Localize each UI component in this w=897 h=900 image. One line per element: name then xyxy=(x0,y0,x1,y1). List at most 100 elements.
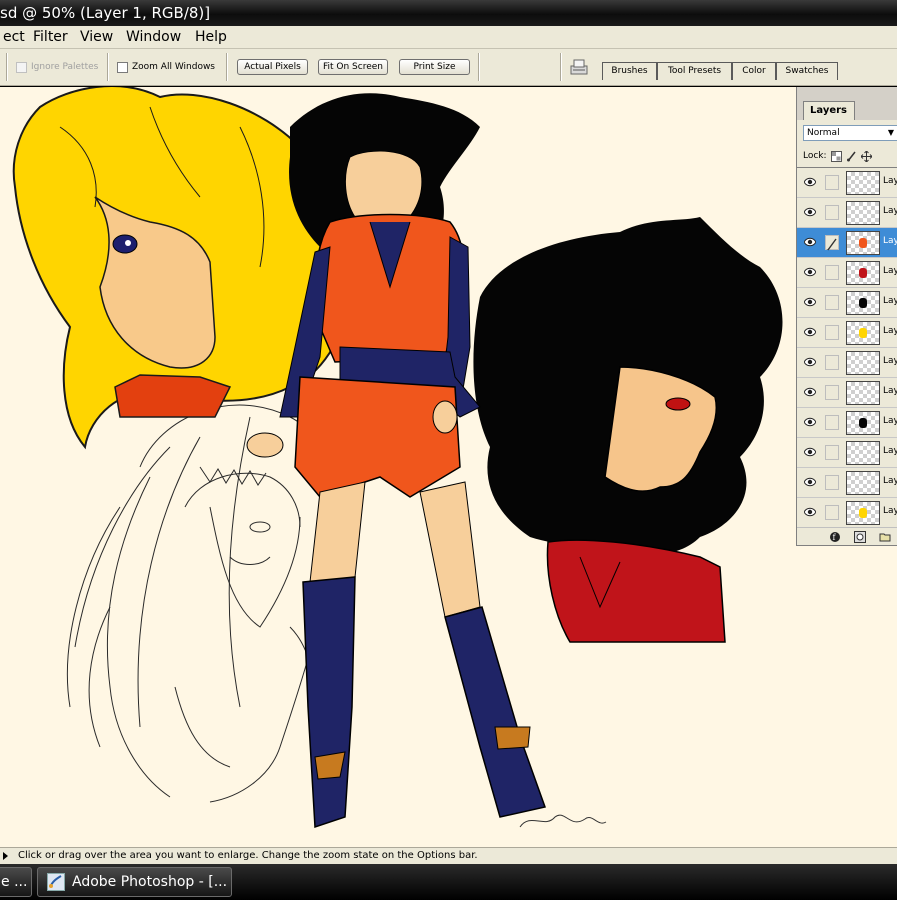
eye-icon[interactable] xyxy=(804,177,816,187)
layer-thumbnail-content xyxy=(859,508,867,518)
taskbar-button-previous[interactable]: e ... xyxy=(0,867,32,897)
taskbar-button-photoshop[interactable]: Adobe Photoshop - [... xyxy=(37,867,232,897)
document-canvas[interactable] xyxy=(0,87,897,847)
lock-row: Lock: xyxy=(803,149,872,163)
layer-thumbnail[interactable] xyxy=(846,381,880,405)
actual-pixels-button[interactable]: Actual Pixels xyxy=(237,59,308,75)
layer-row[interactable]: Lay xyxy=(797,258,897,288)
layer-name: Lay xyxy=(883,476,897,486)
layer-name: Lay xyxy=(883,296,897,306)
tab-layers[interactable]: Layers xyxy=(803,101,855,120)
tab-brushes[interactable]: Brushes xyxy=(602,62,657,80)
layer-link-box[interactable] xyxy=(825,295,839,310)
layer-link-box[interactable] xyxy=(825,205,839,220)
options-separator xyxy=(560,53,562,81)
layer-row[interactable]: Lay xyxy=(797,168,897,198)
status-menu-arrow-icon[interactable] xyxy=(3,852,8,860)
menu-view[interactable]: View xyxy=(77,26,116,49)
eye-icon[interactable] xyxy=(804,297,816,307)
layer-name: Lay xyxy=(883,236,897,246)
layer-thumbnail[interactable] xyxy=(846,201,880,225)
lock-transparency-icon[interactable] xyxy=(830,150,842,162)
eye-icon[interactable] xyxy=(804,417,816,427)
layer-row[interactable]: Lay xyxy=(797,198,897,228)
layer-thumbnail[interactable] xyxy=(846,441,880,465)
layer-thumbnail-content xyxy=(859,268,867,278)
menu-help[interactable]: Help xyxy=(192,26,230,49)
palette-well-icon[interactable] xyxy=(569,57,589,77)
layer-thumbnail[interactable] xyxy=(846,351,880,375)
layer-thumbnail[interactable] xyxy=(846,261,880,285)
layers-footer: f xyxy=(797,527,897,545)
lock-position-icon[interactable] xyxy=(860,150,872,162)
menu-select[interactable]: ect xyxy=(0,26,28,49)
layer-thumbnail[interactable] xyxy=(846,291,880,315)
options-separator xyxy=(478,53,480,81)
layer-link-box[interactable] xyxy=(825,175,839,190)
layer-thumbnail-content xyxy=(859,418,867,428)
layer-mask-icon[interactable] xyxy=(854,531,866,543)
tab-color[interactable]: Color xyxy=(732,62,776,80)
layer-row[interactable]: Lay xyxy=(797,408,897,438)
layer-thumbnail[interactable] xyxy=(846,471,880,495)
tab-tool-presets[interactable]: Tool Presets xyxy=(657,62,732,80)
layer-link-box[interactable] xyxy=(825,475,839,490)
ignore-palettes-label: Ignore Palettes xyxy=(31,62,99,72)
layer-name: Lay xyxy=(883,326,897,336)
eye-icon[interactable] xyxy=(804,267,816,277)
layer-row[interactable]: Lay xyxy=(797,288,897,318)
layer-row[interactable]: Lay xyxy=(797,318,897,348)
layer-row[interactable]: Lay xyxy=(797,468,897,498)
lock-label: Lock: xyxy=(803,151,827,161)
menu-window[interactable]: Window xyxy=(123,26,184,49)
layer-row[interactable]: Lay xyxy=(797,348,897,378)
layers-tabbar: Layers xyxy=(797,87,897,120)
eye-icon[interactable] xyxy=(804,447,816,457)
layer-link-box[interactable] xyxy=(825,415,839,430)
layer-thumbnail[interactable] xyxy=(846,321,880,345)
eye-icon[interactable] xyxy=(804,477,816,487)
layer-thumbnail[interactable] xyxy=(846,231,880,255)
lock-image-pixels-icon[interactable] xyxy=(846,151,857,162)
layer-name: Lay xyxy=(883,416,897,426)
photoshop-app-icon xyxy=(47,873,65,891)
layer-link-box[interactable] xyxy=(825,385,839,400)
ignore-palettes-checkbox[interactable]: Ignore Palettes xyxy=(16,60,98,74)
new-group-icon[interactable] xyxy=(879,531,891,543)
chevron-down-icon: ▼ xyxy=(887,128,894,137)
menu-filter[interactable]: Filter xyxy=(30,26,71,49)
blend-mode-select[interactable]: Normal ▼ xyxy=(803,125,897,141)
layer-thumbnail[interactable] xyxy=(846,411,880,435)
layer-link-box[interactable] xyxy=(825,265,839,280)
print-size-button[interactable]: Print Size xyxy=(399,59,470,75)
eye-icon[interactable] xyxy=(804,387,816,397)
brush-icon[interactable] xyxy=(825,235,839,251)
layer-row[interactable]: Lay xyxy=(797,438,897,468)
options-separator xyxy=(226,53,228,81)
layer-name: Lay xyxy=(883,356,897,366)
layer-row[interactable]: Lay xyxy=(797,498,897,528)
layer-link-box[interactable] xyxy=(825,505,839,520)
layer-style-icon[interactable]: f xyxy=(829,531,841,543)
eye-icon[interactable] xyxy=(804,237,816,247)
layer-link-box[interactable] xyxy=(825,325,839,340)
layer-link-box[interactable] xyxy=(825,355,839,370)
layer-name: Lay xyxy=(883,266,897,276)
eye-icon[interactable] xyxy=(804,507,816,517)
eye-icon[interactable] xyxy=(804,357,816,367)
layer-thumbnail-content xyxy=(859,238,867,248)
layer-thumbnail[interactable] xyxy=(846,501,880,525)
title-bar: sd @ 50% (Layer 1, RGB/8)] xyxy=(0,0,897,26)
blend-mode-value: Normal xyxy=(807,128,840,138)
layer-row[interactable]: Lay xyxy=(797,378,897,408)
eye-icon[interactable] xyxy=(804,327,816,337)
layer-link-box[interactable] xyxy=(825,445,839,460)
eye-icon[interactable] xyxy=(804,207,816,217)
tab-swatches[interactable]: Swatches xyxy=(776,62,838,80)
layer-name: Lay xyxy=(883,206,897,216)
zoom-all-windows-checkbox[interactable]: Zoom All Windows xyxy=(117,60,215,74)
layer-thumbnail[interactable] xyxy=(846,171,880,195)
layer-row[interactable]: Lay xyxy=(797,228,897,258)
taskbar: e ... Adobe Photoshop - [... xyxy=(0,864,897,900)
fit-on-screen-button[interactable]: Fit On Screen xyxy=(318,59,388,75)
